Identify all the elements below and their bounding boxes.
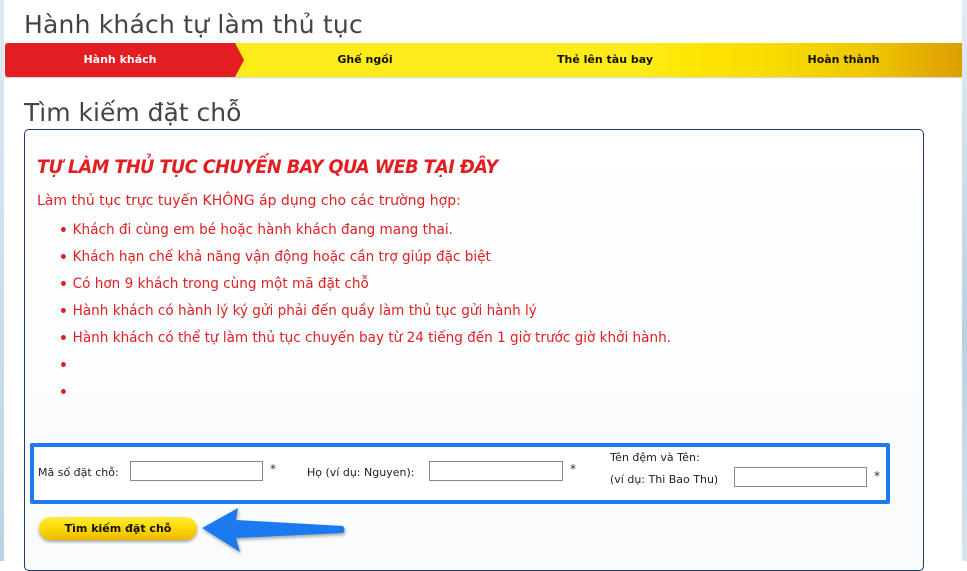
bullet-icon <box>61 388 66 394</box>
last-name-input[interactable] <box>429 461 563 481</box>
window-right-edge <box>962 0 967 561</box>
step-passenger: Hành khách <box>5 43 235 77</box>
section-title: Tìm kiếm đặt chỗ <box>24 98 242 127</box>
notice-intro: Làm thủ tục trực tuyến KHÔNG áp dụng cho… <box>37 193 461 209</box>
list-item: Hành khách có hành lý ký gửi phải đến qu… <box>61 298 671 325</box>
booking-code-input[interactable] <box>130 461 263 481</box>
booking-code-label: Mã số đặt chỗ: <box>38 466 119 479</box>
pointer-arrow-icon <box>202 508 345 552</box>
required-mark: * <box>570 462 576 476</box>
last-name-label: Họ (ví dụ: Nguyen): <box>307 466 415 479</box>
required-mark: * <box>270 462 276 476</box>
list-item <box>61 379 671 406</box>
step-boarding-pass: Thẻ lên tàu bay <box>557 53 653 66</box>
list-item: Có hơn 9 khách trong cùng một mã đặt chỗ <box>61 271 671 298</box>
search-booking-button[interactable]: Tìm kiếm đặt chỗ <box>39 517 197 540</box>
search-form-highlight: Mã số đặt chỗ: * Họ (ví dụ: Nguyen): * T… <box>30 443 890 504</box>
bullet-icon <box>61 280 66 286</box>
page-title: Hành khách tự làm thủ tục <box>24 10 363 39</box>
booking-search-panel: TỰ LÀM THỦ TỤC CHUYẾN BAY QUA WEB TẠI ĐÂ… <box>24 129 924 571</box>
first-name-label: Tên đệm và Tên: <box>610 451 700 464</box>
active-step-arrow <box>235 43 244 77</box>
bullet-icon <box>61 334 66 340</box>
first-name-example: (ví dụ: Thi Bao Thu) <box>610 473 719 486</box>
step-seat: Ghế ngồi <box>337 53 393 66</box>
bullet-icon <box>61 361 66 367</box>
notice-heading: TỰ LÀM THỦ TỤC CHUYẾN BAY QUA WEB TẠI ĐÂ… <box>37 156 498 178</box>
exclusion-list: Khách đi cùng em bé hoặc hành khách đang… <box>61 217 690 406</box>
first-name-input[interactable] <box>734 467 867 487</box>
list-item: Hành khách có thể tự làm thủ tục chuyến … <box>61 325 671 352</box>
bullet-icon <box>61 253 66 259</box>
bullet-icon <box>61 307 66 313</box>
list-item: Khách hạn chế khả năng vận động hoặc cần… <box>61 244 671 271</box>
required-mark: * <box>874 469 880 483</box>
bullet-icon <box>61 226 66 232</box>
list-item: Khách đi cùng em bé hoặc hành khách đang… <box>61 217 671 244</box>
step-complete: Hoàn thành <box>807 53 880 66</box>
list-item <box>61 352 671 379</box>
progress-steps: Hành khách Ghế ngồi Thẻ lên tàu bay Hoàn… <box>5 43 962 77</box>
window-left-edge <box>0 0 4 561</box>
